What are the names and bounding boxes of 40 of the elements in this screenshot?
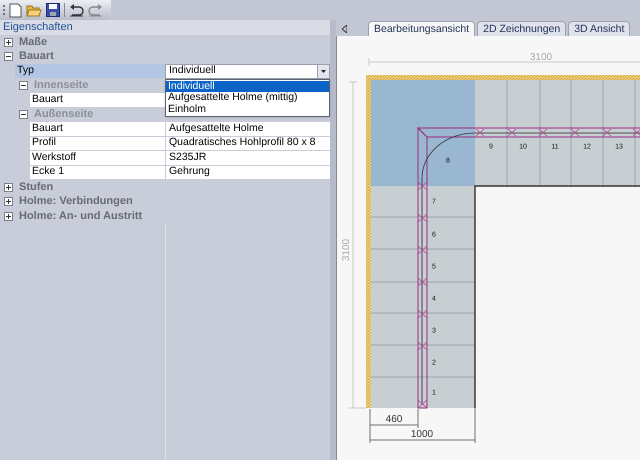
view-tab[interactable]: Bearbeitungsansicht: [368, 21, 476, 36]
view-tab[interactable]: 3D Ansicht: [568, 21, 630, 36]
property-label[interactable]: Bauart: [30, 122, 165, 136]
expand-icon[interactable]: [4, 38, 13, 47]
collapse-icon[interactable]: [19, 81, 28, 90]
panel-title: Eigenschaften: [0, 20, 330, 35]
dimension-line: 3100: [368, 52, 640, 66]
expand-icon[interactable]: [4, 212, 13, 221]
collapse-icon[interactable]: [4, 52, 13, 62]
dropdown-caret-icon: [317, 65, 329, 78]
category-label: Innenseite: [34, 80, 88, 92]
category-label: Stufen: [19, 182, 54, 193]
property-value[interactable]: S235JR: [165, 151, 330, 166]
property-value[interactable]: Quadratisches Hohlprofil 80 x 8: [165, 136, 330, 151]
dropdown-option[interactable]: Aufgesattelte Holme (mittig): [166, 92, 329, 104]
category-label: Außenseite: [34, 109, 94, 120]
category-label: Bauart: [19, 51, 54, 62]
dropdown-field[interactable]: Individuell: [165, 64, 330, 78]
dimension-line: 3100: [341, 82, 366, 408]
new-document-icon[interactable]: [9, 2, 22, 18]
property-label[interactable]: Werkstoff: [30, 151, 165, 166]
expand-icon[interactable]: [4, 182, 13, 192]
category-label: Maße: [19, 36, 48, 48]
save-icon[interactable]: [46, 3, 60, 17]
dropdown-option[interactable]: Einholm: [166, 104, 329, 115]
undo-icon[interactable]: [69, 4, 84, 16]
property-label[interactable]: Profil: [30, 136, 165, 151]
property-value[interactable]: Gehrung: [165, 166, 330, 180]
category-label: Holme: Verbindungen: [19, 196, 133, 208]
category-label: Holme: An- und Austritt: [19, 210, 142, 222]
property-label[interactable]: Bauart: [30, 93, 165, 108]
view-tab[interactable]: 2D Zeichnungen: [477, 21, 566, 36]
property-label[interactable]: Ecke 1: [30, 166, 165, 180]
dropdown-option[interactable]: Individuell: [166, 80, 329, 92]
expand-icon[interactable]: [4, 197, 13, 206]
dimension-line: 460: [370, 408, 418, 428]
property-value[interactable]: Aufgesattelte Holme: [165, 122, 330, 136]
walking-line: [422, 132, 476, 178]
collapse-icon[interactable]: [19, 110, 28, 120]
property-label[interactable]: Typ: [15, 64, 165, 78]
